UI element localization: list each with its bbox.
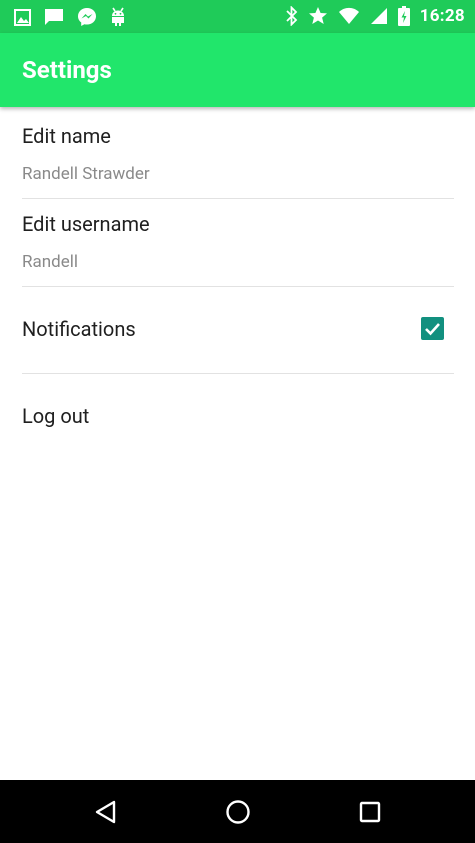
home-icon bbox=[226, 799, 250, 824]
edit-name-preference[interactable]: Edit name Randell Strawder bbox=[22, 124, 454, 185]
navigation-bar bbox=[0, 780, 475, 843]
log-out-title: Log out bbox=[22, 404, 90, 428]
star-icon bbox=[308, 6, 328, 26]
notifications-checkbox[interactable] bbox=[421, 317, 444, 340]
edit-username-preference[interactable]: Edit username Randell bbox=[22, 212, 454, 273]
notification-icons bbox=[14, 7, 126, 27]
clock: 16:28 bbox=[419, 6, 465, 26]
gallery-icon bbox=[14, 8, 31, 26]
edit-name-value: Randell Strawder bbox=[22, 164, 150, 184]
divider bbox=[22, 198, 454, 199]
divider bbox=[22, 286, 454, 287]
system-icons: 16:28 bbox=[286, 5, 465, 27]
android-icon bbox=[110, 7, 126, 27]
edit-username-value: Randell bbox=[22, 252, 78, 272]
edit-username-title: Edit username bbox=[22, 212, 150, 236]
app-bar: Settings bbox=[0, 33, 475, 107]
recents-icon bbox=[359, 801, 381, 822]
divider bbox=[22, 373, 454, 374]
messenger-icon bbox=[77, 7, 97, 27]
notifications-preference[interactable]: Notifications bbox=[22, 317, 454, 341]
check-icon bbox=[425, 323, 440, 336]
notifications-title: Notifications bbox=[22, 317, 136, 341]
recents-button[interactable] bbox=[340, 780, 400, 843]
bluetooth-icon bbox=[286, 6, 298, 26]
edit-name-title: Edit name bbox=[22, 124, 111, 148]
back-button[interactable] bbox=[76, 780, 136, 843]
message-icon bbox=[44, 8, 64, 26]
cell-signal-icon bbox=[370, 7, 388, 25]
battery-icon bbox=[397, 6, 410, 26]
log-out-preference[interactable]: Log out bbox=[22, 404, 454, 428]
status-bar: 16:28 bbox=[0, 0, 475, 33]
page-title: Settings bbox=[22, 56, 112, 84]
home-button[interactable] bbox=[208, 780, 268, 843]
wifi-icon bbox=[338, 7, 360, 25]
back-icon bbox=[95, 800, 116, 823]
